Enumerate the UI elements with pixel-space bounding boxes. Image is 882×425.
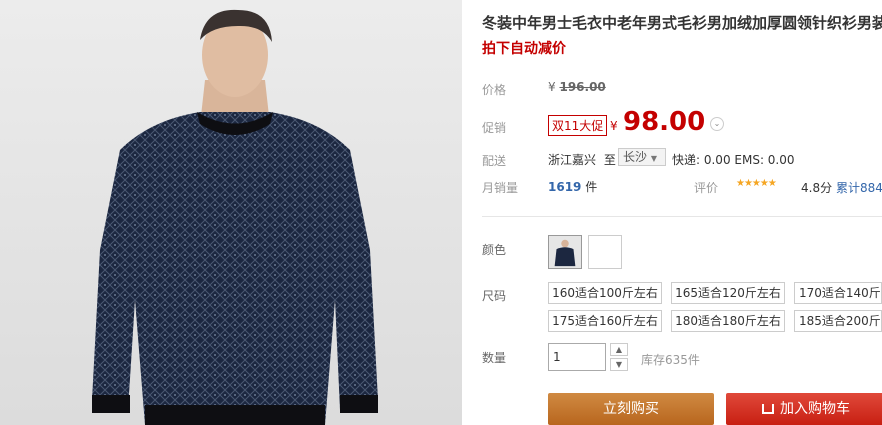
rating-score: 4.8分 xyxy=(801,181,833,195)
size-option[interactable]: 160适合100斤左右 xyxy=(548,282,662,304)
color-label: 颜色 xyxy=(482,243,507,257)
rating-stars: ★★★★★ xyxy=(736,178,777,189)
original-price-value: 196.00 xyxy=(559,80,606,94)
cart-icon xyxy=(762,404,774,414)
shipping-label: 配送 xyxy=(482,154,507,168)
currency-symbol: ¥ xyxy=(548,80,556,94)
size-option[interactable]: 175适合160斤左右 xyxy=(548,310,662,332)
quantity-increase-button[interactable]: ▲ xyxy=(610,343,628,356)
sales-count: 1619 xyxy=(548,180,582,194)
chevron-down-icon[interactable]: ⌄ xyxy=(710,117,724,131)
product-subtitle: 拍下自动减价 xyxy=(482,41,566,57)
size-label: 尺码 xyxy=(482,289,507,303)
shipping-fees: 快递: 0.00 EMS: 0.00 xyxy=(672,153,795,167)
monthly-sales-label: 月销量 xyxy=(482,181,519,195)
price-label: 价格 xyxy=(482,83,507,97)
origin-city: 浙江嘉兴 xyxy=(548,153,597,167)
size-option[interactable]: 180适合180斤左右 xyxy=(671,310,785,332)
quantity-input[interactable]: 1 xyxy=(548,343,606,371)
shipping-origin: 浙江嘉兴 至 xyxy=(548,151,616,168)
size-option[interactable]: 165适合120斤左右 xyxy=(671,282,785,304)
add-to-cart-label: 加入购物车 xyxy=(780,401,850,417)
divider xyxy=(482,216,882,217)
size-option[interactable]: 170适合140斤左右 xyxy=(794,282,882,304)
buy-now-button[interactable]: 立刻购买 xyxy=(548,393,714,425)
rating-label: 评价 xyxy=(694,181,719,195)
product-main-image xyxy=(0,0,462,425)
promo-tag: 双11大促 xyxy=(548,115,608,136)
quantity-decrease-button[interactable]: ▼ xyxy=(610,358,628,371)
stock-count: 库存635件 xyxy=(641,353,700,367)
color-swatch-navy[interactable] xyxy=(548,235,582,269)
product-info-panel: 冬装中年男士毛衣中老年男式毛衫男加绒加厚圆领针织衫男装 拍下自动减价 价格 ¥ … xyxy=(462,0,882,425)
dropdown-arrow-icon: ▼ xyxy=(650,154,657,163)
color-swatch-empty[interactable] xyxy=(588,235,622,269)
total-reviews-link[interactable]: 累计884 xyxy=(836,179,882,196)
destination-city: 长沙 xyxy=(623,150,648,164)
size-option[interactable]: 185适合200斤左右 xyxy=(794,310,882,332)
product-title: 冬装中年男士毛衣中老年男式毛衫男加绒加厚圆领针织衫男装 xyxy=(482,14,882,32)
to-word: 至 xyxy=(603,153,616,167)
add-to-cart-button[interactable]: 加入购物车 xyxy=(726,393,882,425)
quantity-label: 数量 xyxy=(482,351,507,365)
original-price: ¥ 196.00 xyxy=(548,80,606,94)
monthly-sales: 1619 件 xyxy=(548,178,597,195)
sweater-thumbnail-icon xyxy=(549,236,581,268)
promo-price: 98.00 xyxy=(623,107,706,137)
sales-unit: 件 xyxy=(585,180,598,194)
promo-currency: ¥ xyxy=(610,119,618,133)
promo-label: 促销 xyxy=(482,121,507,135)
destination-city-select[interactable]: 长沙 ▼ xyxy=(618,148,666,166)
